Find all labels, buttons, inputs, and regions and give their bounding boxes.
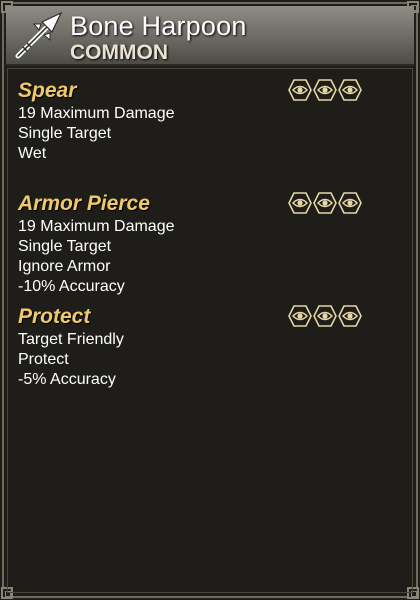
- skill-line: 19 Maximum Damage: [18, 105, 175, 122]
- item-tooltip-card: Bone Harpoon COMMON Spear 19 Maximum Dam…: [0, 0, 420, 600]
- eye-rank-icon: [338, 192, 362, 214]
- eye-rank-icon: [313, 192, 337, 214]
- eye-rank-icon: [288, 305, 312, 327]
- skill-line: Protect: [18, 351, 69, 368]
- item-name: Bone Harpoon: [70, 11, 247, 41]
- skill-rank-icons: [288, 191, 362, 215]
- skill-line: Single Target: [18, 238, 112, 255]
- item-rarity: COMMON: [70, 41, 168, 64]
- skill-line: Single Target: [18, 125, 112, 142]
- skill-rank-icons: [288, 78, 362, 102]
- eye-rank-icon: [313, 305, 337, 327]
- skill-line: Wet: [18, 145, 47, 162]
- harpoon-icon: [15, 11, 63, 59]
- skill-rank-icons: [288, 304, 362, 328]
- eye-rank-icon: [338, 305, 362, 327]
- eye-rank-icon: [338, 79, 362, 101]
- skill-line: -10% Accuracy: [18, 278, 125, 295]
- skill-line: 19 Maximum Damage: [18, 218, 175, 235]
- skill-line: Ignore Armor: [18, 258, 111, 275]
- item-header: Bone Harpoon COMMON: [6, 6, 414, 66]
- skill-line: Target Friendly: [18, 331, 124, 348]
- eye-rank-icon: [288, 79, 312, 101]
- eye-rank-icon: [313, 79, 337, 101]
- eye-rank-icon: [288, 192, 312, 214]
- skill-line: -5% Accuracy: [18, 371, 116, 388]
